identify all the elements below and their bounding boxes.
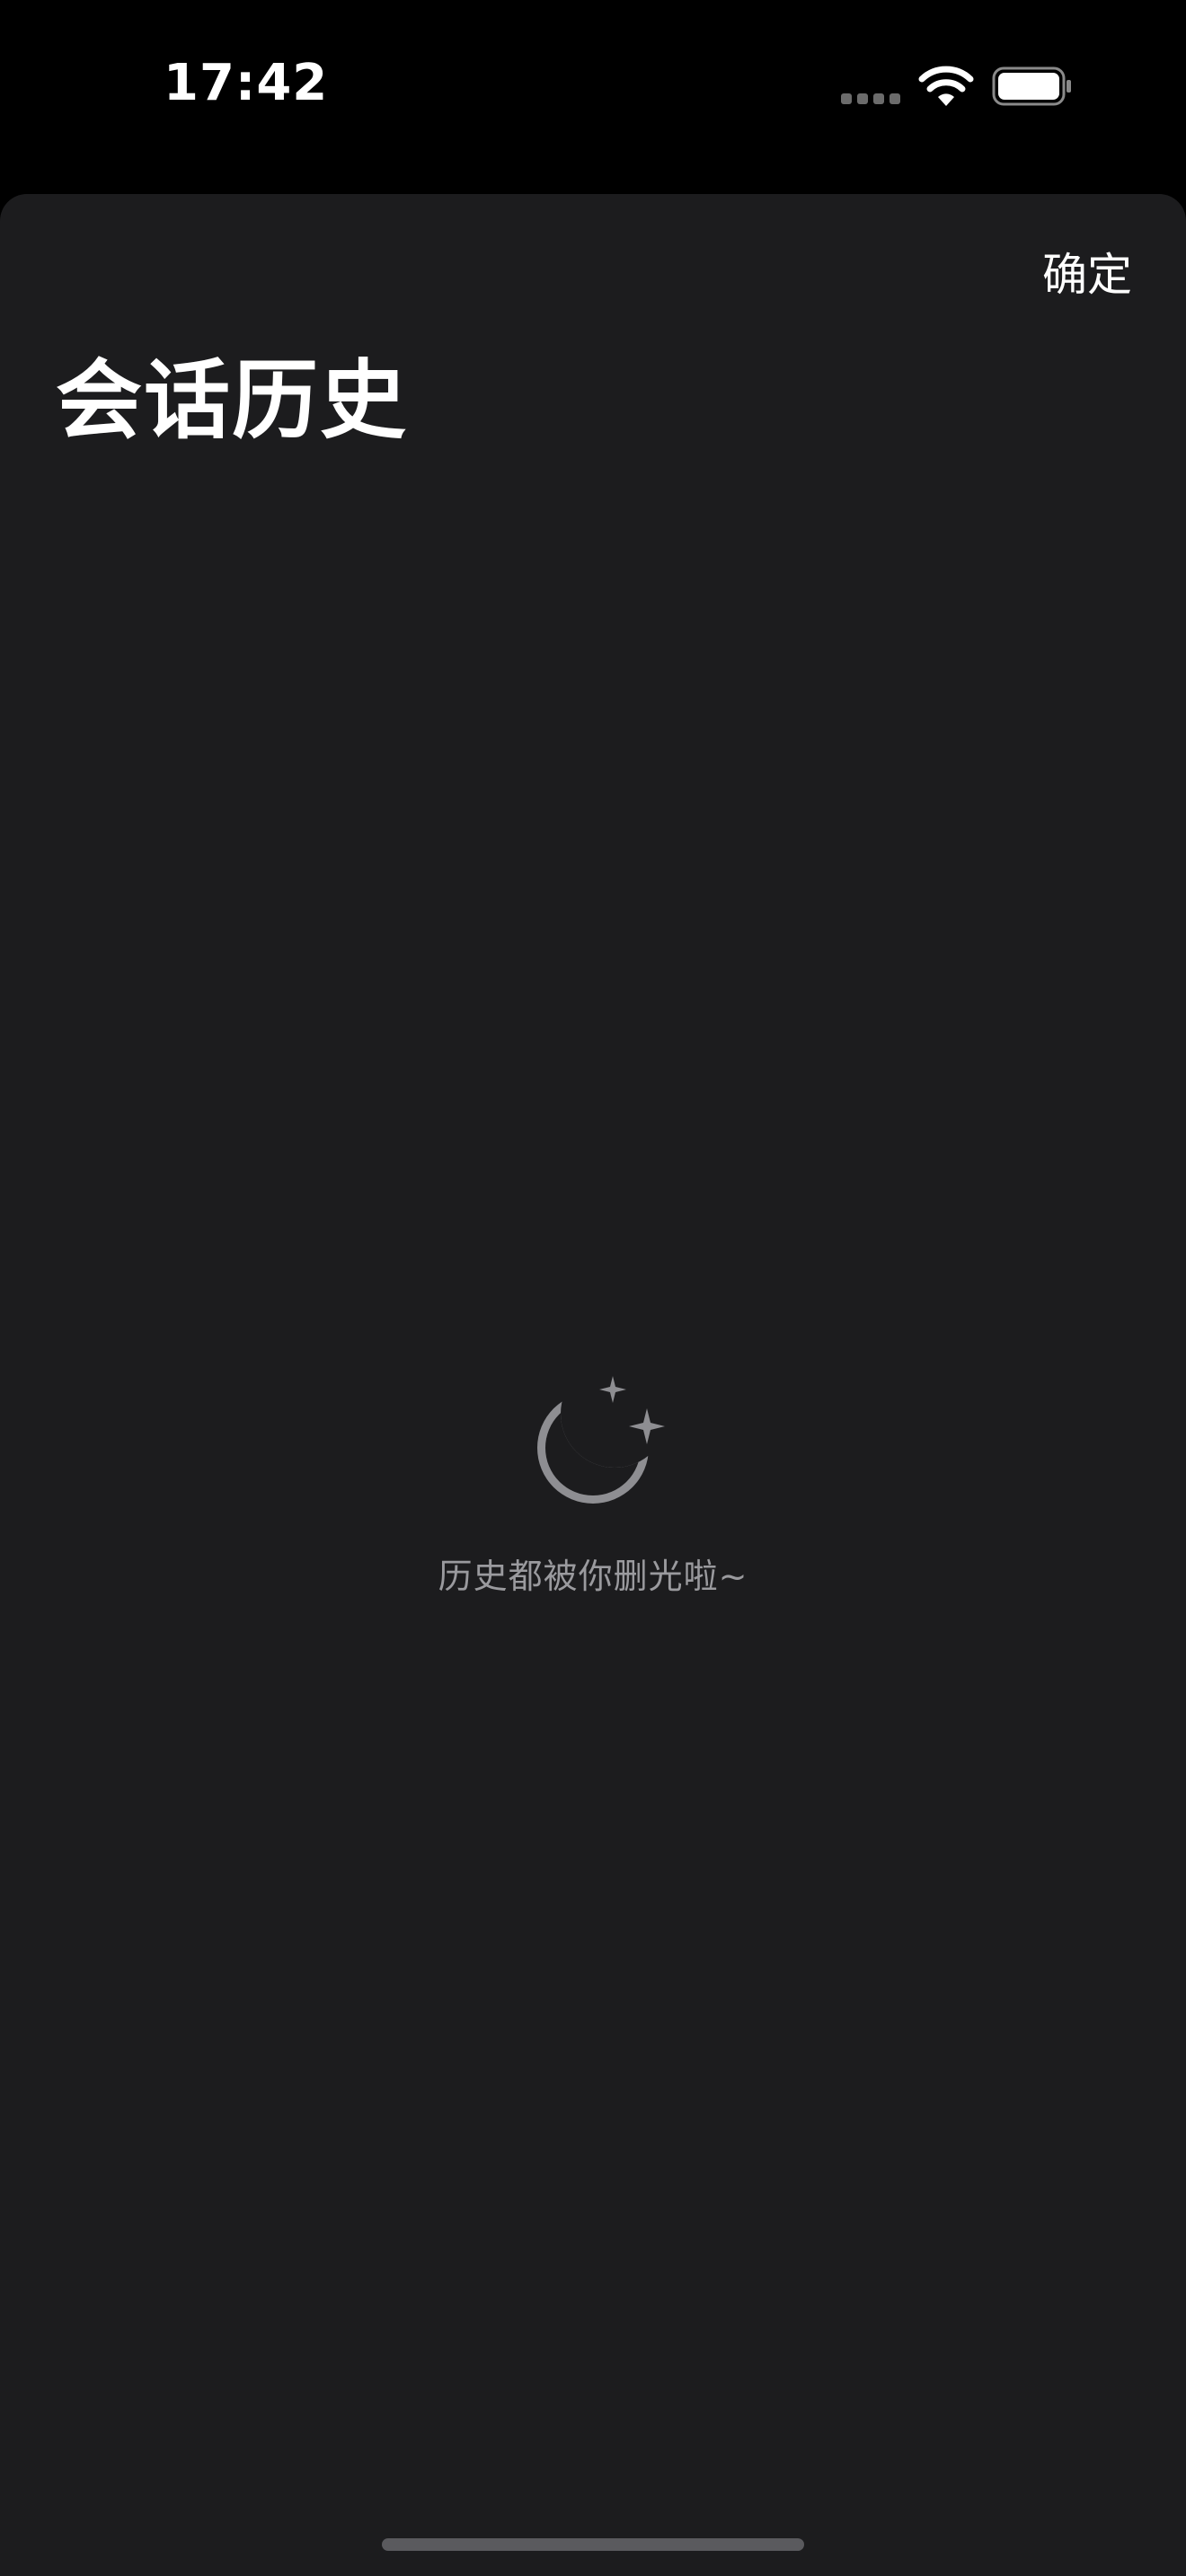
- status-bar: 17:42: [0, 0, 1186, 180]
- wifi-icon: [918, 66, 974, 106]
- empty-state-message: 历史都被你删光啦~: [438, 1557, 748, 1596]
- moon-stars-icon: [537, 1376, 665, 1504]
- confirm-button[interactable]: 确定: [1042, 239, 1132, 304]
- battery-icon: [992, 66, 1071, 106]
- empty-state: 历史都被你删光啦~: [0, 1349, 1186, 1798]
- page-title: 会话历史: [56, 350, 408, 451]
- status-time: 17:42: [164, 54, 329, 112]
- history-sheet: 确定 会话历史 历史都被你删光啦~: [0, 194, 1186, 2576]
- home-indicator: [382, 2538, 804, 2551]
- cellular-signal-icon: [841, 93, 902, 106]
